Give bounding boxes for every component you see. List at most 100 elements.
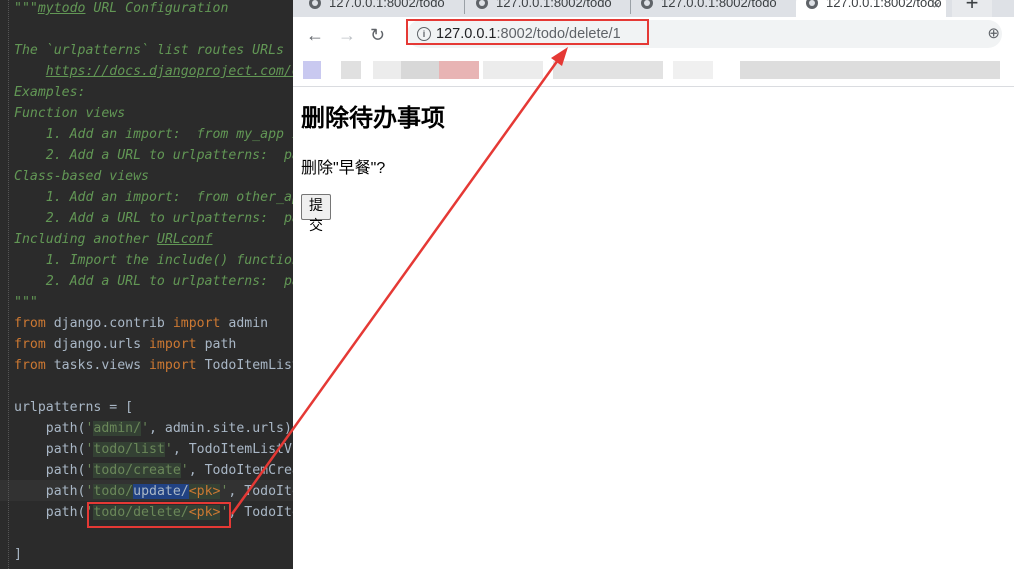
- code-line[interactable]: Class-based views: [14, 166, 149, 187]
- bookmark-blur: [303, 61, 321, 79]
- code-token: urlpatterns = [: [14, 400, 134, 415]
- code-token: , TodoItemUpdate: [228, 484, 293, 499]
- bookmark-blur: [439, 61, 479, 79]
- code-line[interactable]: path('admin/', admin.site.urls),: [14, 418, 293, 439]
- page-title: 删除待办事项: [301, 105, 445, 132]
- code-token: tasks.views: [45, 358, 149, 373]
- code-token: mytodo: [37, 1, 86, 16]
- code-line[interactable]: urlpatterns = [: [14, 397, 133, 418]
- annotation-box-url: [406, 19, 649, 45]
- code-token: """: [14, 1, 38, 16]
- code-line[interactable]: path('todo/update/<pk>', TodoItemUpdate: [14, 481, 293, 502]
- code-line[interactable]: from tasks.views import TodoItemListView: [14, 355, 293, 376]
- code-token: from: [14, 337, 46, 352]
- code-line[interactable]: 1. Add an import: from my_app import vie…: [14, 124, 293, 145]
- code-token: path(: [14, 442, 86, 457]
- code-token: 1. Add an import: from my_app import vie…: [45, 127, 293, 142]
- code-line[interactable]: 2. Add a URL to urlpatterns: path('blog/…: [14, 271, 293, 292]
- tab-active[interactable]: 127.0.0.1:8002/todo ×: [796, 0, 946, 17]
- code-token: todo/create: [93, 463, 181, 478]
- browser-window: 127.0.0.1:8002/todo 127.0.0.1:8002/todo …: [293, 0, 1014, 569]
- reload-icon[interactable]: ↻: [370, 25, 385, 45]
- code-line[interactable]: """mytodo URL Configuration: [14, 0, 228, 19]
- bookmark-blur: [401, 61, 441, 79]
- code-line[interactable]: ]: [14, 544, 22, 565]
- fold-guide: [8, 0, 10, 569]
- code-token: path(: [14, 484, 86, 499]
- code-token: todo/: [93, 484, 134, 499]
- code-token: from: [14, 316, 46, 331]
- code-line[interactable]: 2. Add a URL to urlpatterns: path('', vi…: [14, 145, 293, 166]
- bookmark-blur: [740, 61, 1000, 79]
- zoom-icon[interactable]: ⊕: [987, 24, 1000, 42]
- close-icon[interactable]: ×: [933, 0, 940, 12]
- code-token: admin/: [93, 421, 142, 436]
- code-token: import: [148, 337, 197, 352]
- code-token: URL Configuration: [85, 1, 229, 16]
- code-line[interactable]: from django.contrib import admin: [14, 313, 268, 334]
- globe-icon: [806, 0, 818, 9]
- code-token: admin: [220, 316, 269, 331]
- browser-toolbar: ← → ↻ i 127.0.0.1:8002/todo/delete/1 ⊕: [293, 17, 1014, 53]
- bookmarks-bar: [293, 53, 1014, 87]
- code-token: path: [196, 337, 237, 352]
- tab-1[interactable]: 127.0.0.1:8002/todo: [309, 0, 463, 17]
- code-line[interactable]: Examples:: [14, 82, 85, 103]
- tab-3[interactable]: 127.0.0.1:8002/todo: [641, 0, 793, 17]
- code-token: ': [141, 421, 150, 436]
- code-line[interactable]: 1. Import the include() function: [14, 250, 293, 271]
- submit-button[interactable]: 提交: [301, 194, 331, 233]
- code-line[interactable]: """: [14, 292, 38, 313]
- code-token: The `urlpatterns` list routes URLs to vi…: [14, 43, 293, 58]
- code-line[interactable]: path('todo/list', TodoItemListView: [14, 439, 293, 460]
- code-token: , TodoItemCreate: [188, 463, 293, 478]
- code-token: ': [164, 442, 173, 457]
- code-token: path(: [14, 463, 86, 478]
- code-token: 2. Add a URL to urlpatterns: path('blog/…: [45, 274, 293, 289]
- code-token: ': [180, 463, 189, 478]
- code-token: from: [14, 358, 46, 373]
- tab-2[interactable]: 127.0.0.1:8002/todo: [476, 0, 628, 17]
- code-token: Examples:: [14, 85, 86, 100]
- code-token: TodoItemListView: [204, 358, 293, 373]
- code-token: todo/list: [93, 442, 165, 457]
- code-token: 1. Add an import: from other_app.views i…: [45, 190, 293, 205]
- tab-strip: 127.0.0.1:8002/todo 127.0.0.1:8002/todo …: [293, 0, 1014, 17]
- bookmark-blur: [553, 61, 663, 79]
- code-token: Class-based views: [14, 169, 149, 184]
- annotation-box-code: [87, 502, 231, 528]
- code-token: URLconf: [156, 232, 213, 247]
- code-editor[interactable]: """mytodo URL Configuration The `urlpatte…: [0, 0, 293, 569]
- globe-icon: [641, 0, 653, 9]
- code-token: Including another: [14, 232, 157, 247]
- confirm-message: 删除"早餐"?: [301, 160, 386, 177]
- code-token: path(: [14, 505, 86, 520]
- code-line[interactable]: Including another URLconf: [14, 229, 213, 250]
- code-token: , TodoItemDelete: [228, 505, 293, 520]
- code-token: django.contrib: [45, 316, 173, 331]
- code-token: <pk>: [188, 484, 221, 499]
- code-line[interactable]: from django.urls import path: [14, 334, 236, 355]
- code-line[interactable]: 1. Add an import: from other_app.views i…: [14, 187, 293, 208]
- code-token: import: [148, 358, 197, 373]
- forward-icon[interactable]: →: [338, 25, 356, 45]
- new-tab-button[interactable]: +: [952, 0, 992, 17]
- code-token: ]: [14, 547, 22, 562]
- code-line[interactable]: The `urlpatterns` list routes URLs to vi…: [14, 40, 293, 61]
- code-line[interactable]: path('todo/create', TodoItemCreate: [14, 460, 293, 481]
- tab-separator: [464, 0, 465, 14]
- code-token: import: [172, 316, 221, 331]
- code-token: 2. Add a URL to urlpatterns: path('', vi…: [45, 148, 293, 163]
- code-line[interactable]: 2. Add a URL to urlpatterns: path('', Ho…: [14, 208, 293, 229]
- code-token: django.urls: [45, 337, 149, 352]
- back-icon[interactable]: ←: [306, 25, 324, 45]
- globe-icon: [476, 0, 488, 9]
- bookmark-blur: [483, 61, 543, 79]
- code-token: 2. Add a URL to urlpatterns: path('', Ho…: [45, 211, 293, 226]
- code-line[interactable]: https://docs.djangoproject.com/en/3.0/to…: [14, 61, 293, 82]
- code-token: Function views: [14, 106, 126, 121]
- code-line[interactable]: Function views: [14, 103, 125, 124]
- bookmark-blur: [341, 61, 361, 79]
- tab-separator: [630, 0, 631, 14]
